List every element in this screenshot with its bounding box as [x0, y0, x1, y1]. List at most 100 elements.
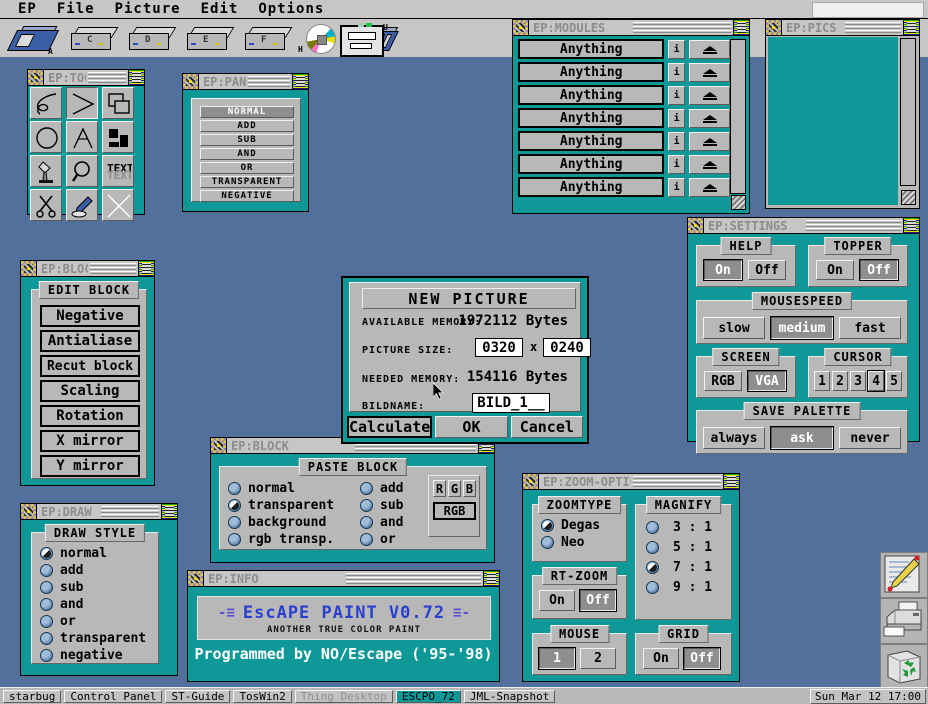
panel-item-add[interactable]: ADD [200, 120, 294, 132]
draw-option-sub[interactable]: sub [40, 579, 146, 596]
cursor-1-button[interactable]: 1 [814, 371, 830, 391]
radio-icon[interactable] [40, 649, 53, 662]
panel-item-normal[interactable]: NORMAL [200, 106, 294, 118]
fullscreen-icon[interactable] [128, 70, 144, 85]
mouse-2-button[interactable]: 2 [580, 648, 616, 669]
cursor-3-button[interactable]: 3 [850, 371, 866, 391]
panel-item-negative[interactable]: NEGATIVE [200, 190, 294, 202]
titlebar-drag-lines[interactable] [633, 476, 721, 487]
titlebar-drag-lines[interactable] [633, 22, 731, 33]
grid-on-button[interactable]: On [643, 648, 679, 669]
module-button[interactable]: Anything [518, 39, 665, 59]
paste-mode-sub[interactable]: sub [360, 497, 403, 514]
magnify-5-1[interactable]: 5 : 1 [646, 537, 712, 557]
savepalette-always-button[interactable]: always [703, 427, 765, 449]
panel-item-transparent[interactable]: TRANSPARENT [200, 176, 294, 188]
drive-icon-a[interactable]: A [6, 21, 62, 56]
radio-icon[interactable] [360, 499, 373, 512]
fullscreen-icon[interactable] [723, 474, 739, 489]
help-off-button[interactable]: Off [748, 260, 786, 280]
module-eject-button[interactable] [689, 108, 730, 128]
fullscreen-icon[interactable] [483, 571, 499, 586]
menu-item-ep[interactable]: EP [0, 1, 47, 18]
taskbar-item-thing-desktop[interactable]: Thing Desktop [294, 689, 393, 703]
channel-g-button[interactable]: G [448, 480, 461, 497]
rtzoom-off-button[interactable]: Off [579, 589, 617, 612]
panel-item-or[interactable]: OR [200, 162, 294, 174]
drive-icon-f[interactable]: F [240, 21, 294, 55]
tool-fill[interactable] [102, 121, 134, 153]
close-icon[interactable] [21, 261, 37, 276]
draw-option-add[interactable]: add [40, 562, 146, 579]
menu-item-file[interactable]: File [47, 1, 105, 18]
tool-cancel[interactable] [102, 189, 134, 221]
radio-icon[interactable] [40, 564, 53, 577]
screen-rgb-button[interactable]: RGB [704, 371, 742, 391]
tool-pipette[interactable] [66, 189, 98, 221]
titlebar-modules[interactable]: EP:MODULES [513, 20, 749, 36]
titlebar-draw[interactable]: EP:DRAW [21, 504, 177, 520]
taskbar-item-st-guide[interactable]: ST-Guide [165, 689, 231, 703]
channel-rgb-button[interactable]: RGB [433, 502, 476, 520]
tool-line[interactable] [66, 87, 98, 119]
topper-off-button[interactable]: Off [859, 259, 899, 281]
desktop-icon-notepad[interactable] [880, 552, 928, 598]
rtzoom-on-button[interactable]: On [539, 590, 575, 611]
taskbar-item-toswin2[interactable]: TosWin2 [233, 689, 292, 703]
radio-icon[interactable] [646, 520, 659, 534]
close-icon[interactable] [688, 218, 704, 233]
radio-icon[interactable] [228, 533, 241, 546]
titlebar-drag-lines[interactable] [89, 263, 136, 274]
edit-block-recut-button[interactable]: Recut block [40, 355, 140, 377]
magnify-7-1[interactable]: 7 : 1 [646, 557, 712, 577]
picture-height-input[interactable]: 0240 [543, 338, 591, 357]
module-eject-button[interactable] [689, 85, 730, 105]
titlebar-panel[interactable]: EP:PANEL [183, 74, 308, 90]
titlebar-info[interactable]: EP:INFO [188, 571, 499, 587]
savepalette-ask-button[interactable]: ask [770, 426, 834, 450]
topper-on-button[interactable]: On [816, 260, 854, 280]
drive-icon-d[interactable]: D [124, 21, 178, 55]
radio-icon[interactable] [646, 580, 659, 594]
radio-icon[interactable] [360, 533, 373, 546]
draw-option-transparent[interactable]: transparent [40, 630, 146, 647]
module-info-button[interactable]: i [668, 131, 685, 151]
titlebar-drag-lines[interactable] [247, 76, 290, 87]
cursor-5-button[interactable]: 5 [886, 371, 902, 391]
radio-icon[interactable] [40, 581, 53, 594]
mousespeed-fast-button[interactable]: fast [839, 317, 901, 339]
fullscreen-icon[interactable] [292, 74, 308, 89]
titlebar-drag-lines[interactable] [88, 72, 126, 83]
paste-option-background[interactable]: background [228, 514, 334, 531]
radio-icon[interactable] [228, 516, 241, 529]
tool-circle[interactable] [30, 121, 62, 153]
resize-handle[interactable] [901, 190, 916, 205]
savepalette-never-button[interactable]: never [839, 427, 901, 449]
radio-icon[interactable] [646, 560, 659, 574]
module-eject-button[interactable] [689, 154, 730, 174]
desktop-icon-recycle-bin[interactable] [880, 644, 928, 690]
panel-item-sub[interactable]: SUB [200, 134, 294, 146]
taskbar-item-escpo-72[interactable]: ESCPO_72 [395, 689, 461, 703]
scrollbar-vertical-modules[interactable] [730, 39, 746, 194]
radio-icon[interactable] [541, 519, 554, 532]
radio-icon[interactable] [228, 482, 241, 495]
fullscreen-icon[interactable] [903, 20, 919, 35]
radio-icon[interactable] [40, 615, 53, 628]
tool-freehand[interactable] [30, 87, 62, 119]
module-button[interactable]: Anything [518, 108, 665, 128]
module-button[interactable]: Anything [518, 85, 665, 105]
paste-mode-and[interactable]: and [360, 514, 403, 531]
pics-canvas[interactable] [768, 37, 898, 205]
titlebar-pics[interactable]: EP:PICS [766, 20, 919, 36]
tool-polygon[interactable] [66, 121, 98, 153]
module-eject-button[interactable] [689, 131, 730, 151]
calculate-button[interactable]: Calculate [347, 416, 433, 438]
menu-item-options[interactable]: Options [248, 1, 334, 18]
help-on-button[interactable]: On [703, 259, 743, 281]
module-button[interactable]: Anything [518, 131, 665, 151]
edit-block-scaling-button[interactable]: Scaling [40, 380, 140, 402]
titlebar-drag-lines[interactable] [101, 506, 159, 517]
cursor-4-button[interactable]: 4 [867, 370, 885, 392]
menu-item-picture[interactable]: Picture [105, 1, 191, 18]
